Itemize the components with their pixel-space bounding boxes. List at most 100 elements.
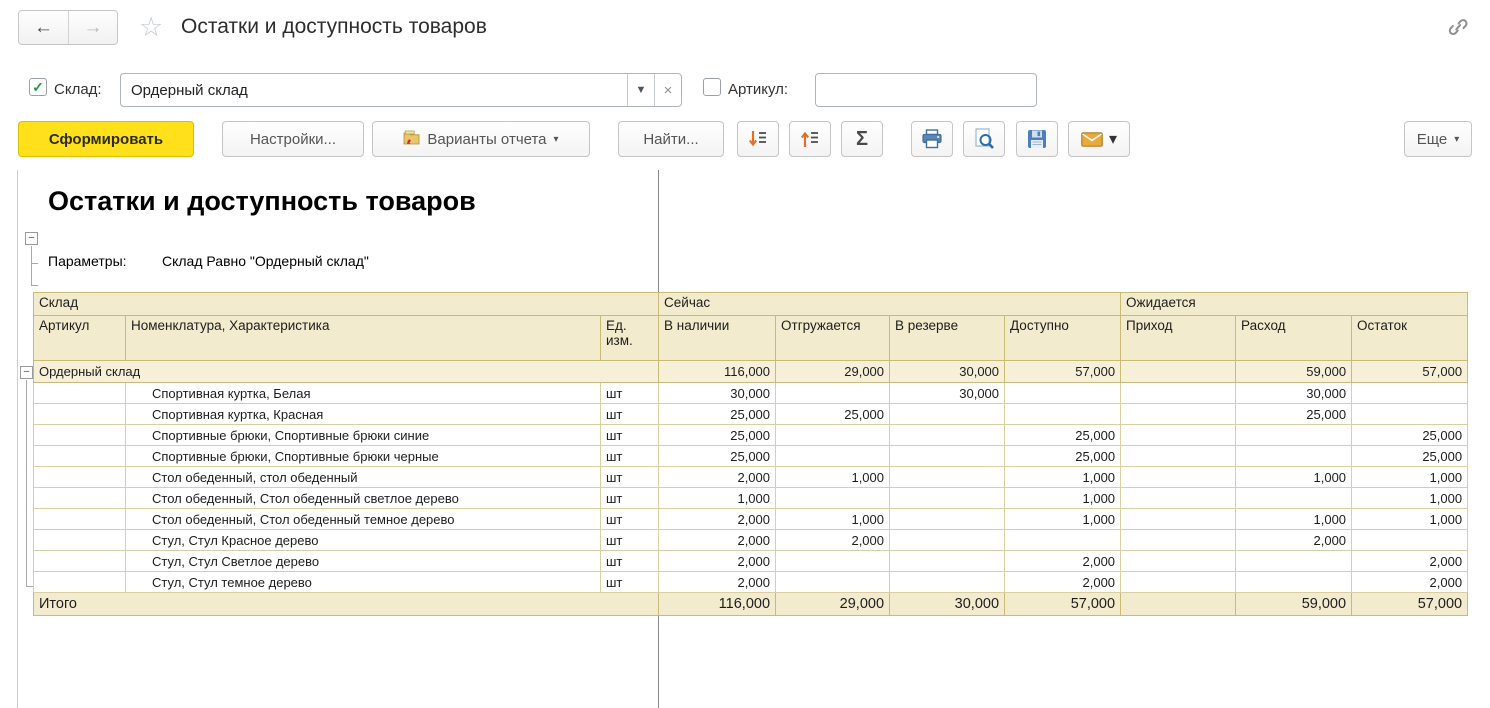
group-incoming	[1121, 361, 1236, 383]
table-row[interactable]: Спортивные брюки, Спортивные брюки черны…	[34, 446, 1468, 467]
cell-value-2	[890, 488, 1005, 509]
table-row[interactable]: Стол обеденный, Стол обеденный светлое д…	[34, 488, 1468, 509]
cell-value-1	[776, 446, 890, 467]
cell-artikul	[34, 509, 126, 530]
warehouse-group-collapse-toggle[interactable]: −	[20, 366, 33, 379]
warehouse-filter-checkbox[interactable]: ✓	[29, 78, 47, 96]
report-title: Остатки и доступность товаров	[48, 186, 476, 217]
article-filter-checkbox[interactable]	[703, 78, 721, 96]
group-header-now: Сейчас	[659, 293, 1121, 316]
sigma-icon: Σ	[856, 128, 868, 151]
print-button[interactable]	[911, 121, 953, 157]
cell-value-0: 1,000	[659, 488, 776, 509]
cell-value-3	[1005, 404, 1121, 425]
cell-value-1	[776, 425, 890, 446]
get-link-icon[interactable]	[1444, 13, 1472, 41]
forward-button[interactable]: →	[68, 11, 117, 44]
warehouse-combo[interactable]: Ордерный склад ▼ ×	[120, 73, 682, 107]
group-onhand: 116,000	[659, 361, 776, 383]
cell-value-5: 25,000	[1236, 404, 1352, 425]
favorite-star-icon[interactable]: ☆	[139, 11, 163, 43]
cell-value-3: 1,000	[1005, 488, 1121, 509]
table-row[interactable]: Стол обеденный, Стол обеденный темное де…	[34, 509, 1468, 530]
cell-value-0: 25,000	[659, 425, 776, 446]
table-row[interactable]: Спортивная куртка, Белаяшт30,00030,00030…	[34, 383, 1468, 404]
mail-caret-icon: ▾	[1109, 129, 1117, 149]
table-row[interactable]: Стул, Стул Красное деревошт2,0002,0002,0…	[34, 530, 1468, 551]
total-shipping: 29,000	[776, 593, 890, 616]
totals-button[interactable]: Σ	[841, 121, 883, 157]
table-row[interactable]: Стол обеденный, стол обеденныйшт2,0001,0…	[34, 467, 1468, 488]
cell-artikul	[34, 488, 126, 509]
cell-value-4	[1121, 425, 1236, 446]
more-button[interactable]: Еще ▾	[1404, 121, 1472, 157]
parameters-collapse-toggle[interactable]: −	[25, 232, 38, 245]
cell-value-5: 1,000	[1236, 509, 1352, 530]
group-balance: 57,000	[1352, 361, 1468, 383]
table-row[interactable]: Стул, Стул Светлое деревошт2,0002,0002,0…	[34, 551, 1468, 572]
col-header-incoming: Приход	[1121, 316, 1236, 361]
table-row[interactable]: Спортивные брюки, Спортивные брюки синие…	[34, 425, 1468, 446]
report-table: Склад Сейчас Ожидается Артикул Номенклат…	[33, 292, 1468, 616]
cell-value-4	[1121, 488, 1236, 509]
cell-value-3: 25,000	[1005, 446, 1121, 467]
article-filter-label: Артикул:	[728, 81, 788, 98]
cell-artikul	[34, 383, 126, 404]
cell-value-1: 2,000	[776, 530, 890, 551]
cell-artikul	[34, 551, 126, 572]
table-row[interactable]: Спортивная куртка, Краснаяшт25,00025,000…	[34, 404, 1468, 425]
cell-nomenclature: Спортивная куртка, Красная	[126, 404, 601, 425]
cell-unit: шт	[601, 530, 659, 551]
cell-value-3: 1,000	[1005, 509, 1121, 530]
parameters-group-bracket	[31, 246, 32, 286]
cell-unit: шт	[601, 551, 659, 572]
cell-value-6: 1,000	[1352, 488, 1468, 509]
warehouse-combo-value[interactable]: Ордерный склад	[121, 74, 627, 106]
more-caret-icon: ▾	[1454, 134, 1459, 145]
find-button-label: Найти...	[643, 131, 698, 148]
cell-value-6	[1352, 383, 1468, 404]
back-button[interactable]: ←	[19, 11, 68, 44]
col-header-balance: Остаток	[1352, 316, 1468, 361]
cell-value-2	[890, 404, 1005, 425]
cell-value-3	[1005, 383, 1121, 404]
cell-nomenclature: Стол обеденный, стол обеденный	[126, 467, 601, 488]
warehouse-combo-dropdown-icon[interactable]: ▼	[627, 74, 654, 106]
cell-value-4	[1121, 509, 1236, 530]
cell-unit: шт	[601, 446, 659, 467]
save-button[interactable]	[1016, 121, 1058, 157]
warehouse-group-row[interactable]: Ордерный склад 116,000 29,000 30,000 57,…	[34, 361, 1468, 383]
more-button-label: Еще	[1417, 131, 1448, 148]
group-reserve: 30,000	[890, 361, 1005, 383]
cell-value-0: 2,000	[659, 509, 776, 530]
warehouse-combo-clear-icon[interactable]: ×	[654, 74, 681, 106]
cell-value-5	[1236, 446, 1352, 467]
col-header-outgoing: Расход	[1236, 316, 1352, 361]
cell-unit: шт	[601, 383, 659, 404]
cell-unit: шт	[601, 467, 659, 488]
group-shipping: 29,000	[776, 361, 890, 383]
generate-button[interactable]: Сформировать	[18, 121, 194, 157]
report-area: Остатки и доступность товаров − Параметр…	[0, 170, 1490, 708]
table-row[interactable]: Стул, Стул темное деревошт2,0002,0002,00…	[34, 572, 1468, 593]
cell-artikul	[34, 572, 126, 593]
expand-groups-button[interactable]	[789, 121, 831, 157]
generate-button-label: Сформировать	[49, 131, 163, 148]
find-button[interactable]: Найти...	[618, 121, 724, 157]
report-variants-button[interactable]: Варианты отчета ▾	[372, 121, 590, 157]
cell-value-1	[776, 488, 890, 509]
parameters-label: Параметры:	[48, 253, 127, 269]
cell-value-1	[776, 551, 890, 572]
article-input[interactable]	[815, 73, 1037, 107]
preview-button[interactable]	[963, 121, 1005, 157]
cell-value-2	[890, 551, 1005, 572]
total-onhand: 116,000	[659, 593, 776, 616]
send-mail-button[interactable]: ▾	[1068, 121, 1130, 157]
group-outgoing: 59,000	[1236, 361, 1352, 383]
settings-button[interactable]: Настройки...	[222, 121, 364, 157]
cell-value-5: 30,000	[1236, 383, 1352, 404]
page-title: Остатки и доступность товаров	[181, 15, 487, 39]
cell-artikul	[34, 467, 126, 488]
cell-artikul	[34, 530, 126, 551]
collapse-groups-button[interactable]	[737, 121, 779, 157]
